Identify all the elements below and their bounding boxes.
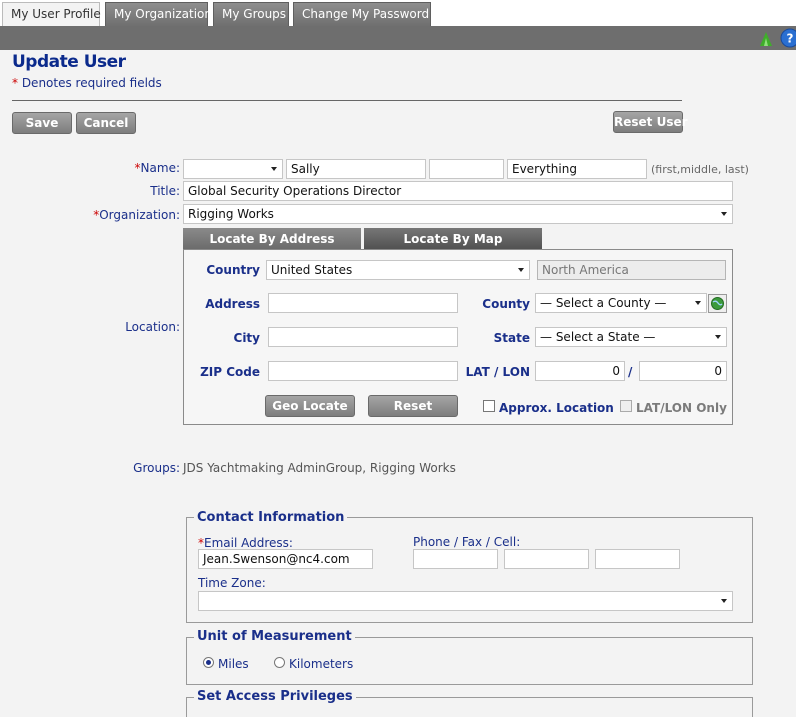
geo-locate-button[interactable]: Geo Locate (265, 395, 355, 417)
first-name-field[interactable]: Sally (286, 159, 426, 179)
country-label: Country (206, 263, 260, 277)
latlon-only-checkbox (620, 400, 632, 412)
latitude-field[interactable]: 0 (535, 361, 625, 381)
approx-location-checkbox[interactable] (483, 400, 495, 412)
name-prefix-select[interactable] (183, 159, 283, 179)
kilometers-label: Kilometers (289, 657, 354, 671)
contact-legend: Contact Information (194, 510, 348, 525)
name-hint: (first,middle, last) (651, 163, 749, 176)
name-label: *Name: (134, 161, 180, 175)
tab-my-organization[interactable]: My Organization (105, 2, 212, 26)
county-select[interactable]: — Select a County — (535, 293, 707, 313)
city-label: City (233, 331, 260, 345)
tab-locate-by-address[interactable]: Locate By Address (183, 228, 361, 250)
phone-label: Phone / Fax / Cell: (413, 535, 521, 549)
timezone-label: Time Zone: (198, 576, 266, 590)
longitude-field[interactable]: 0 (639, 361, 727, 381)
state-select[interactable]: — Select a State — (535, 327, 727, 347)
back-arrow-icon[interactable] (756, 28, 776, 51)
groups-value: JDS Yachtmaking AdminGroup, Rigging Work… (183, 461, 456, 475)
fax-field[interactable] (504, 549, 589, 569)
latlon-only-label: LAT/LON Only (636, 401, 727, 415)
title-label: Title: (150, 184, 180, 198)
miles-label: Miles (218, 657, 249, 671)
required-note: * Denotes required fields (12, 76, 162, 90)
tab-my-groups[interactable]: My Groups (213, 2, 289, 26)
toolbar: ? (0, 26, 796, 50)
country-select[interactable]: United States (266, 260, 530, 280)
last-name-field[interactable]: Everything (507, 159, 647, 179)
tab-bar: My User Profile My Organization My Group… (0, 0, 796, 26)
county-label: County (482, 297, 530, 311)
reset-location-button[interactable]: Reset (368, 395, 458, 417)
globe-icon[interactable] (708, 294, 727, 313)
required-note-text: Denotes required fields (18, 76, 162, 90)
address-label: Address (205, 297, 260, 311)
groups-label: Groups: (133, 461, 180, 475)
tab-my-user-profile[interactable]: My User Profile (2, 2, 101, 26)
divider (12, 100, 682, 101)
help-icon[interactable]: ? (780, 28, 796, 51)
svg-text:?: ? (787, 32, 794, 46)
approx-location-label: Approx. Location (499, 401, 614, 415)
region-field: North America (537, 260, 726, 280)
access-legend: Set Access Privileges (194, 689, 356, 704)
tab-change-my-password[interactable]: Change My Password (293, 2, 431, 26)
kilometers-radio[interactable] (274, 657, 285, 668)
miles-radio[interactable] (203, 657, 214, 668)
save-button[interactable]: Save (12, 112, 72, 134)
location-label: Location: (125, 320, 180, 334)
latlon-label: LAT / LON (465, 365, 530, 379)
units-legend: Unit of Measurement (194, 629, 355, 644)
organization-select[interactable]: Rigging Works (183, 204, 733, 224)
tab-locate-by-map[interactable]: Locate By Map (364, 228, 542, 250)
title-field[interactable]: Global Security Operations Director (183, 181, 733, 201)
reset-user-button[interactable]: Reset User (613, 111, 688, 133)
units-section (186, 637, 753, 685)
address-field[interactable] (268, 293, 458, 313)
timezone-select[interactable] (198, 591, 733, 611)
page-title: Update User (12, 52, 126, 72)
phone-field[interactable] (413, 549, 498, 569)
organization-label: *Organization: (93, 208, 180, 222)
cancel-button[interactable]: Cancel (76, 112, 136, 134)
zip-field[interactable] (268, 361, 458, 381)
email-field[interactable]: Jean.Swenson@nc4.com (198, 549, 373, 569)
email-label: *Email Address: (198, 536, 293, 550)
city-field[interactable] (268, 327, 458, 347)
state-label: State (493, 331, 530, 345)
cell-field[interactable] (595, 549, 680, 569)
latlon-separator: / (628, 365, 633, 379)
middle-name-field[interactable] (429, 159, 504, 179)
zip-label: ZIP Code (200, 365, 260, 379)
